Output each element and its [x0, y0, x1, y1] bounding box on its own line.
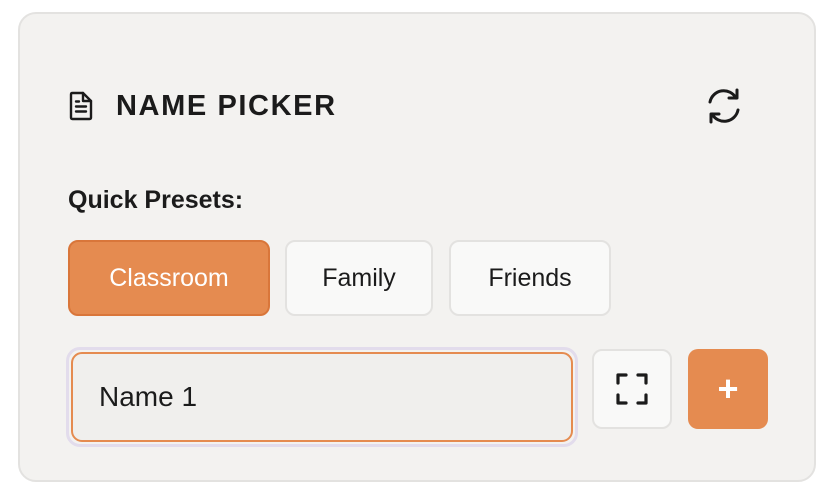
- card-header: NAME PICKER: [68, 86, 337, 126]
- preset-friends-button[interactable]: Friends: [449, 240, 611, 316]
- presets-label: Quick Presets:: [68, 186, 244, 214]
- preset-family-button[interactable]: Family: [285, 240, 433, 316]
- document-icon: [68, 91, 98, 121]
- refresh-icon: [708, 88, 740, 124]
- preset-classroom-button[interactable]: Classroom: [68, 240, 270, 316]
- fullscreen-button[interactable]: [592, 349, 672, 429]
- fullscreen-icon: [616, 373, 648, 405]
- add-name-button[interactable]: +: [688, 349, 768, 429]
- page-title: NAME PICKER: [116, 89, 337, 122]
- refresh-button[interactable]: [702, 84, 746, 128]
- name-input-focus-ring: [66, 347, 578, 447]
- name-input[interactable]: [71, 352, 573, 442]
